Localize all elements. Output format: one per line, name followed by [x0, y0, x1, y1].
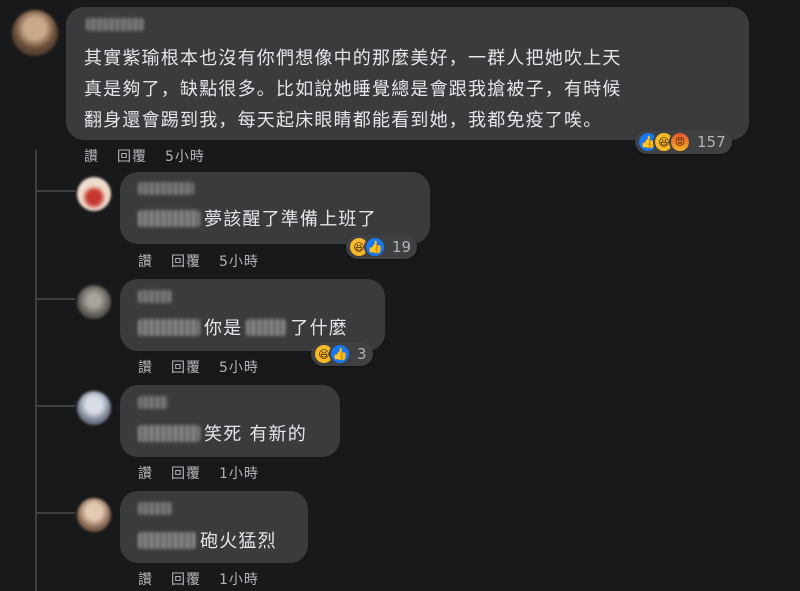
reply-actions: 讚 回覆 1小時 — [138, 569, 277, 589]
like-reaction-icon: 👍 — [329, 343, 351, 365]
reply-text: 你是 了什麼 — [138, 313, 348, 344]
mention-tag[interactable] — [138, 210, 200, 227]
reaction-summary[interactable]: 😆 👍 3 — [311, 342, 373, 366]
reply-button[interactable]: 回覆 — [171, 254, 201, 270]
timestamp[interactable]: 5小時 — [219, 254, 259, 270]
reply-text-after: 了什麼 — [290, 318, 349, 339]
reaction-count: 157 — [697, 133, 726, 151]
commenter-name[interactable] — [138, 182, 194, 195]
thread-branch — [35, 298, 75, 300]
comment-line: 真是夠了，缺點很多。比如說她睡覺總是會跟我搶被子，有時候 — [84, 79, 622, 100]
reply-text-content: 夢該醒了準備上班了 — [204, 209, 377, 230]
avatar[interactable] — [77, 498, 111, 532]
timestamp[interactable]: 5小時 — [165, 149, 205, 165]
thread-line — [35, 150, 37, 591]
reply-actions: 讚 回覆 5小時 — [138, 251, 277, 271]
angry-reaction-icon: 😡 — [669, 131, 691, 153]
avatar[interactable] — [77, 177, 111, 211]
like-button[interactable]: 讚 — [138, 360, 153, 376]
like-button[interactable]: 讚 — [138, 254, 153, 270]
like-button[interactable]: 讚 — [138, 572, 153, 588]
commenter-name[interactable] — [138, 290, 172, 303]
reply-button[interactable]: 回覆 — [171, 572, 201, 588]
reply-text: 砲火猛烈 — [138, 526, 277, 557]
mention-tag[interactable] — [138, 425, 200, 442]
comment-text: 其實紫瑜根本也沒有你們想像中的那麼美好，一群人把她吹上天 真是夠了，缺點很多。比… — [84, 43, 622, 136]
commenter-name[interactable] — [86, 18, 144, 31]
avatar[interactable] — [12, 10, 58, 56]
blurred-word — [246, 319, 287, 336]
like-reaction-icon: 👍 — [364, 236, 386, 258]
thread-branch — [35, 405, 75, 407]
timestamp[interactable]: 1小時 — [219, 466, 259, 482]
comment-actions: 讚 回覆 5小時 — [84, 146, 223, 166]
reply-text: 笑死 有新的 — [138, 419, 307, 450]
comment-line: 翻身還會踢到我，每天起床眼睛都能看到她，我都免疫了唉。 — [84, 110, 603, 131]
timestamp[interactable]: 5小時 — [219, 360, 259, 376]
reply-button[interactable]: 回覆 — [171, 360, 201, 376]
like-button[interactable]: 讚 — [84, 149, 99, 165]
reply-actions: 讚 回覆 1小時 — [138, 463, 277, 483]
reaction-count: 19 — [392, 238, 412, 256]
avatar[interactable] — [77, 285, 111, 319]
thread-branch — [35, 512, 75, 514]
like-button[interactable]: 讚 — [138, 466, 153, 482]
mention-tag[interactable] — [138, 319, 200, 336]
reply-actions: 讚 回覆 5小時 — [138, 357, 277, 377]
commenter-name[interactable] — [138, 396, 168, 409]
commenter-name[interactable] — [138, 502, 172, 515]
timestamp[interactable]: 1小時 — [219, 572, 259, 588]
reply-button[interactable]: 回覆 — [171, 466, 201, 482]
mention-tag[interactable] — [138, 532, 196, 549]
reply-text-before: 你是 — [204, 318, 243, 339]
reply-text-content: 砲火猛烈 — [200, 531, 277, 552]
reaction-count: 3 — [357, 345, 367, 363]
thread-branch — [35, 190, 75, 192]
reply-button[interactable]: 回覆 — [117, 149, 147, 165]
comment-line: 其實紫瑜根本也沒有你們想像中的那麼美好，一群人把她吹上天 — [84, 48, 622, 69]
reaction-summary[interactable]: 👍 😆 😡 157 — [635, 130, 732, 154]
reply-text: 夢該醒了準備上班了 — [138, 204, 377, 235]
avatar[interactable] — [77, 391, 111, 425]
reaction-summary[interactable]: 😆 👍 19 — [346, 235, 418, 259]
reply-text-content: 笑死 有新的 — [204, 424, 307, 445]
